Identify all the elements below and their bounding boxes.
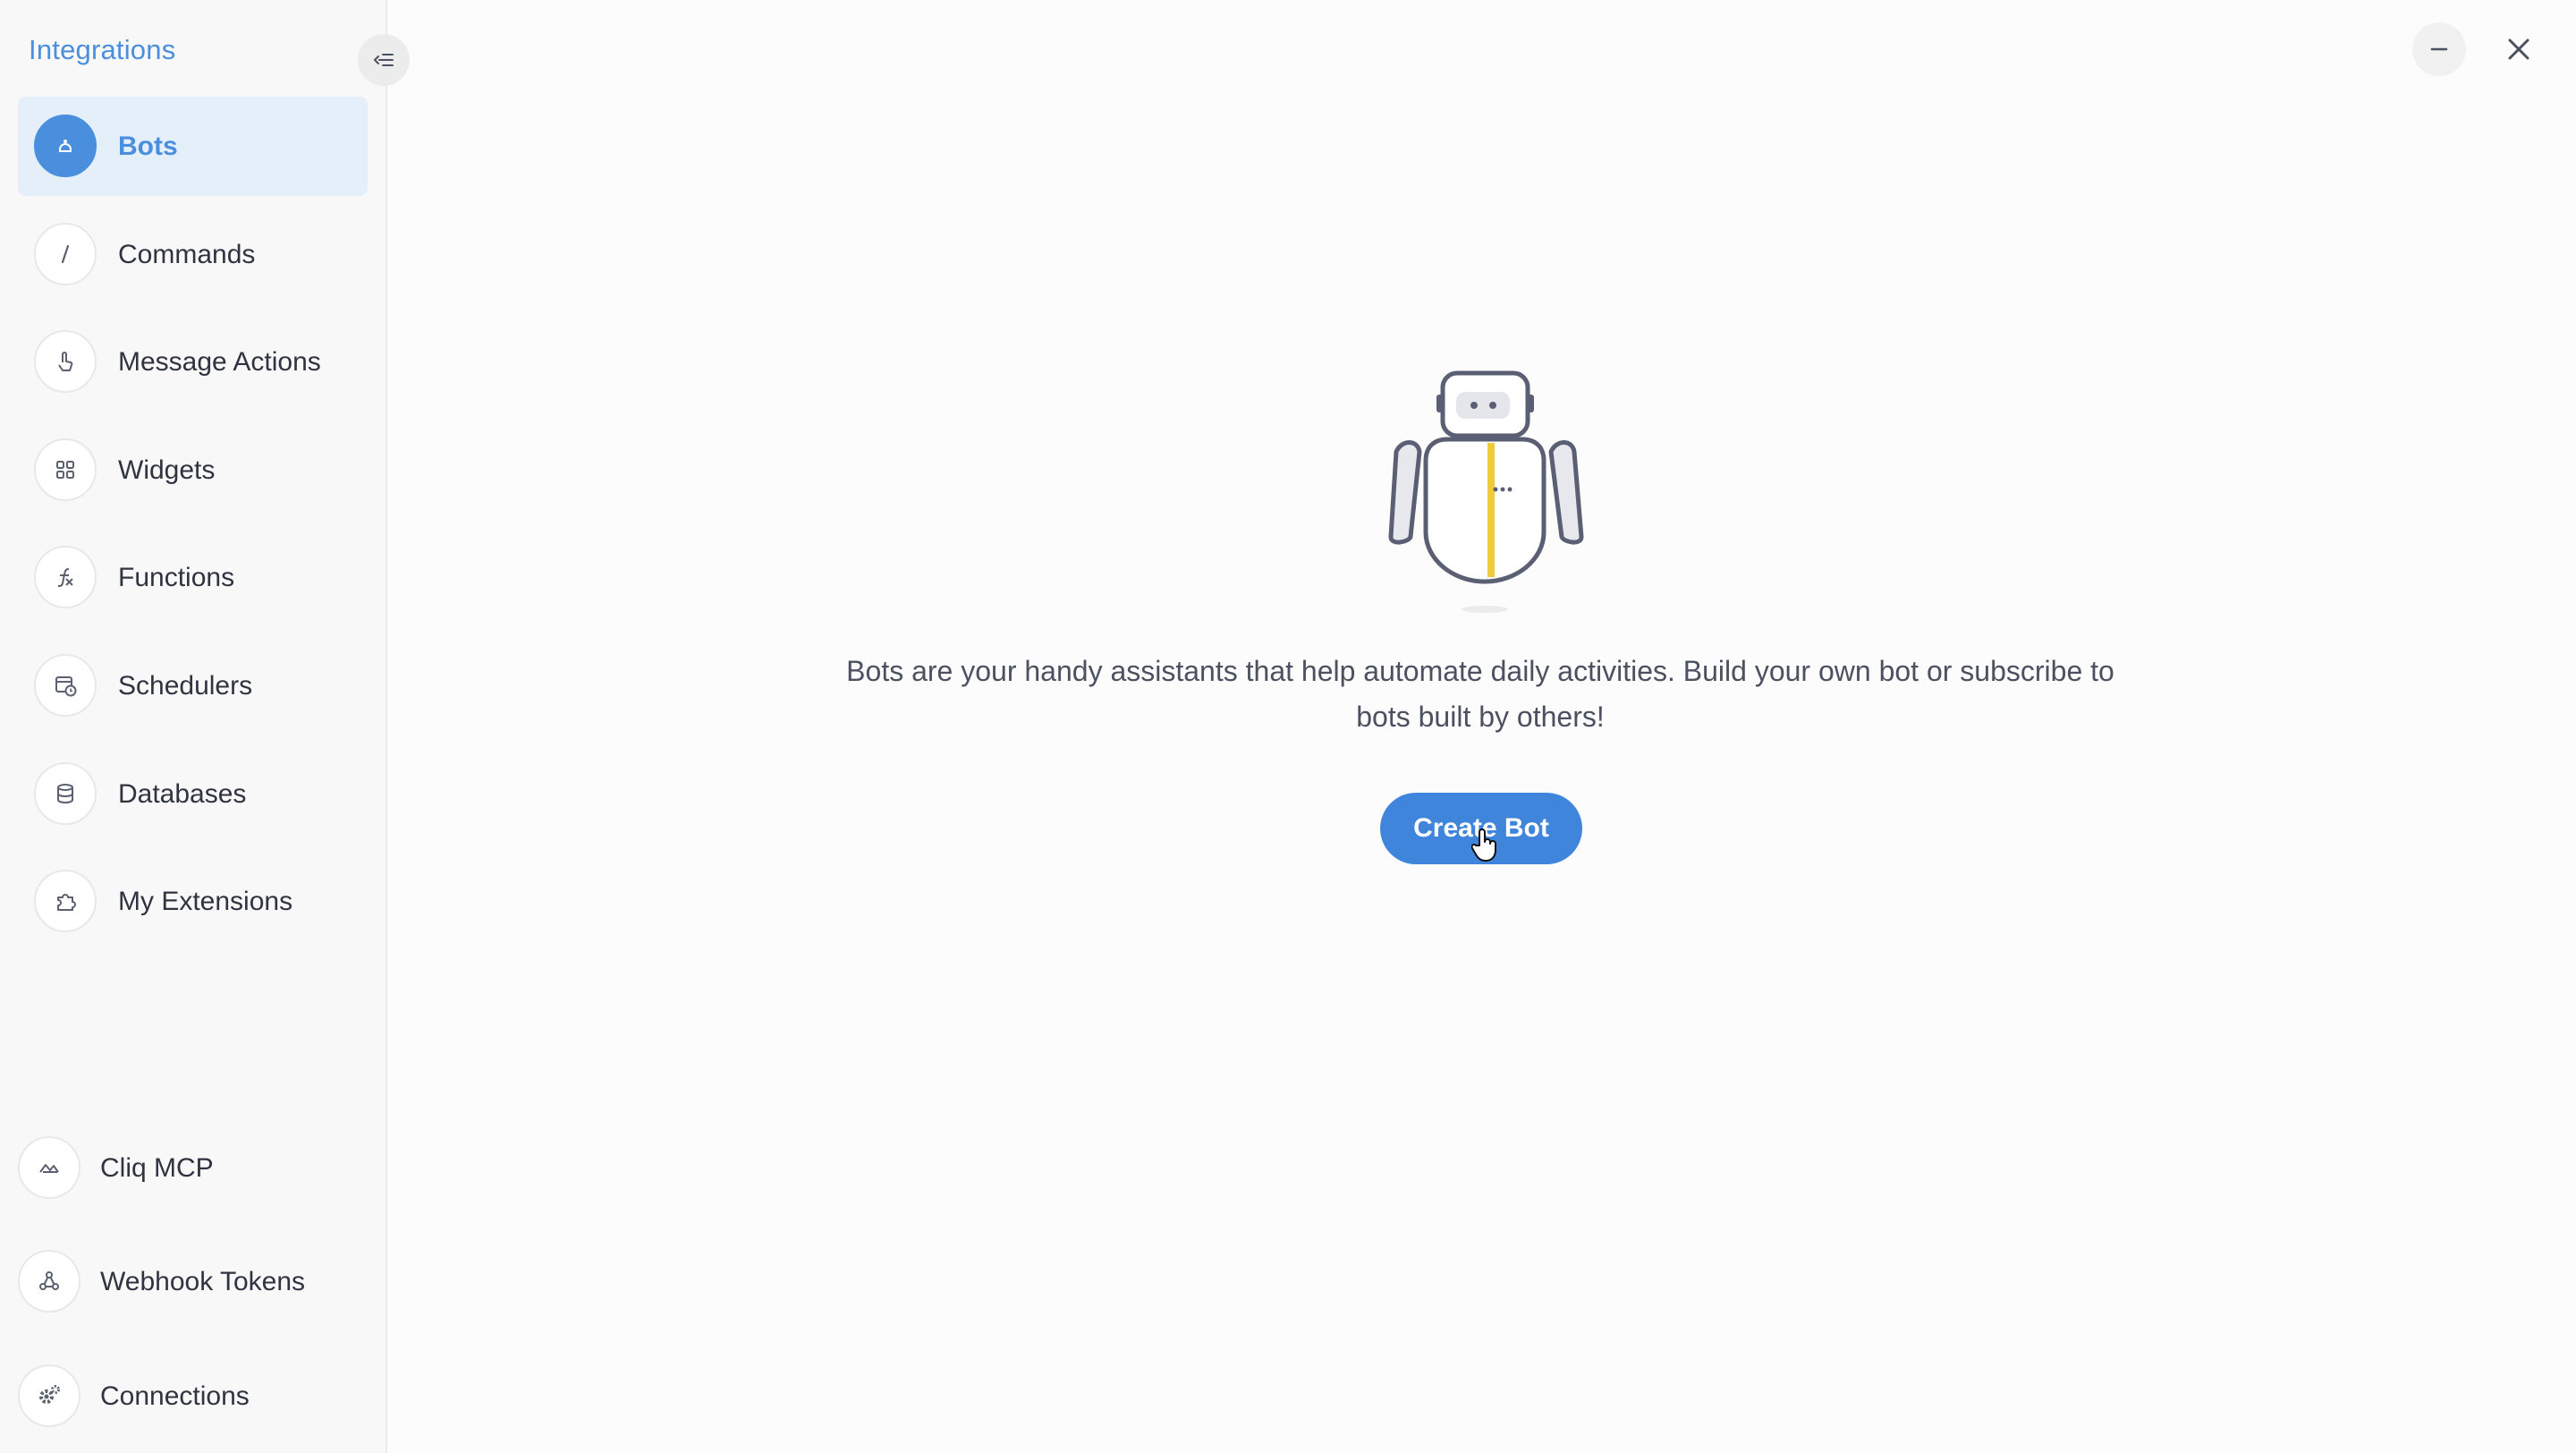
sidebar-item-schedulers[interactable]: Schedulers (18, 636, 368, 735)
mcp-icon (18, 1136, 80, 1199)
bots-description: Bots are your handy assistants that help… (846, 655, 2114, 733)
sidebar-item-label: Schedulers (118, 671, 253, 701)
sidebar-item-widgets[interactable]: Widgets (18, 421, 368, 520)
sidebar-item-commands[interactable]: Commands (18, 205, 368, 304)
sidebar-item-label: Widgets (118, 455, 216, 485)
hand-cursor-icon (1471, 828, 1496, 862)
minimize-icon (2430, 47, 2448, 51)
minimize-button[interactable] (2412, 22, 2466, 76)
sidebar-item-message-actions[interactable]: Message Actions (18, 312, 368, 412)
collapse-sidebar-button[interactable] (358, 34, 410, 86)
robot-illustration (1388, 370, 1584, 613)
sidebar-item-connections[interactable]: Connections (0, 1347, 350, 1446)
function-icon (34, 546, 97, 608)
sidebar-item-label: Bots (118, 132, 178, 161)
sidebar-item-label: Databases (118, 779, 247, 809)
bot-icon (34, 115, 97, 177)
sidebar-title: Integrations (29, 34, 176, 65)
calendar-clock-icon (34, 654, 97, 717)
sidebar-item-label: Commands (118, 240, 256, 269)
sidebar: Integrations Bots Commands Message Actio… (0, 0, 387, 1453)
touch-icon (34, 330, 97, 393)
puzzle-icon (34, 870, 97, 932)
sidebar-item-label: My Extensions (118, 887, 293, 916)
close-button[interactable] (2492, 22, 2546, 76)
collapse-arrow-icon (374, 54, 394, 66)
sidebar-item-label: Webhook Tokens (100, 1267, 306, 1296)
grid-icon (34, 438, 97, 501)
sidebar-item-bots[interactable]: Bots (18, 97, 368, 196)
database-icon (34, 762, 97, 825)
sidebar-item-webhook-tokens[interactable]: Webhook Tokens (0, 1232, 350, 1331)
slash-icon (34, 223, 97, 285)
gear-icon (18, 1364, 80, 1427)
sidebar-item-label: Connections (100, 1381, 250, 1411)
sidebar-item-label: Cliq MCP (100, 1153, 214, 1183)
sidebar-item-label: Message Actions (118, 347, 321, 377)
sidebar-item-my-extensions[interactable]: My Extensions (18, 852, 368, 951)
sidebar-item-label: Functions (118, 563, 235, 592)
sidebar-item-functions[interactable]: Functions (18, 528, 368, 627)
webhook-icon (18, 1250, 80, 1313)
close-icon (2508, 38, 2529, 60)
sidebar-item-cliq-mcp[interactable]: Cliq MCP (0, 1118, 350, 1218)
sidebar-item-databases[interactable]: Databases (18, 744, 368, 844)
